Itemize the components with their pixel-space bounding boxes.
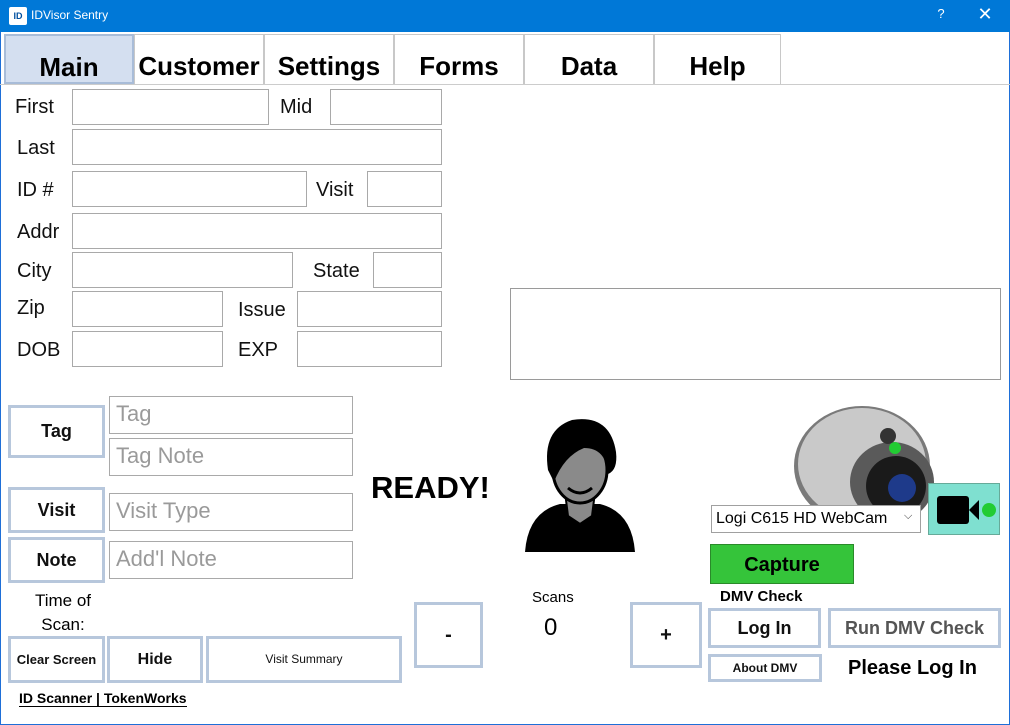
visit-field[interactable] (367, 171, 442, 207)
additional-note-input[interactable]: Add'l Note (109, 541, 353, 579)
middle-name-field[interactable] (330, 89, 442, 125)
run-dmv-check-button[interactable]: Run DMV Check (828, 608, 1001, 648)
expiration-date-field[interactable] (297, 331, 442, 367)
dmv-check-heading: DMV Check (720, 588, 803, 605)
help-button[interactable]: ? (930, 6, 952, 21)
scans-label: Scans (532, 589, 574, 606)
addr-label: Addr (17, 221, 60, 243)
tab-settings[interactable]: Settings (264, 34, 394, 84)
notes-area[interactable] (510, 288, 1001, 380)
zip-label: Zip (17, 297, 45, 319)
hide-button[interactable]: Hide (107, 636, 203, 683)
tab-main[interactable]: Main (4, 34, 134, 84)
decrement-scans-button[interactable]: - (414, 602, 483, 668)
city-label: City (17, 260, 52, 282)
scans-count: 0 (544, 614, 558, 641)
video-camera-icon (937, 496, 996, 524)
last-name-field[interactable] (72, 129, 442, 165)
dmv-login-status: Please Log In (848, 657, 977, 679)
app-icon: ID (9, 7, 27, 25)
capture-button[interactable]: Capture (710, 544, 854, 584)
video-toggle-button[interactable] (928, 483, 1000, 535)
log-in-button[interactable]: Log In (708, 608, 821, 648)
exp-label: EXP (238, 339, 279, 361)
idscanner-tokenworks-logo: ID Scanner | TokenWorks (19, 690, 187, 707)
about-dmv-button[interactable]: About DMV (708, 654, 822, 682)
tab-customer[interactable]: Customer (134, 34, 264, 84)
time-of-scan-label: Time of Scan: (34, 591, 92, 634)
window-title: IDVisor Sentry (31, 8, 109, 22)
chevron-down-icon: ⌵ (904, 510, 913, 522)
first-name-field[interactable] (72, 89, 269, 125)
visit-button[interactable]: Visit (8, 487, 105, 533)
mid-label: Mid (280, 96, 313, 118)
visit-label: Visit (316, 179, 354, 201)
webcam-icon (794, 406, 934, 514)
title-bar (0, 0, 1010, 32)
visit-summary-button[interactable]: Visit Summary (206, 636, 402, 683)
note-button[interactable]: Note (8, 537, 105, 583)
tab-divider (0, 84, 1010, 85)
status-ready: READY! (371, 470, 490, 505)
clear-screen-button[interactable]: Clear Screen (8, 636, 105, 683)
camera-select[interactable]: Logi C615 HD WebCam (711, 505, 921, 533)
address-field[interactable] (72, 213, 442, 249)
issue-date-field[interactable] (297, 291, 442, 327)
first-label: First (15, 96, 54, 118)
id-number-field[interactable] (72, 171, 307, 207)
person-placeholder-icon (525, 419, 635, 552)
city-field[interactable] (72, 252, 293, 288)
visit-type-input[interactable]: Visit Type (109, 493, 353, 531)
state-label: State (313, 260, 360, 282)
tag-input[interactable]: Tag (109, 396, 353, 434)
zip-field[interactable] (72, 291, 223, 327)
increment-scans-button[interactable]: + (630, 602, 702, 668)
tab-help[interactable]: Help (654, 34, 781, 84)
issue-label: Issue (238, 299, 286, 321)
tab-data[interactable]: Data (524, 34, 654, 84)
close-button[interactable]: ✕ (970, 4, 1000, 25)
tag-button[interactable]: Tag (8, 405, 105, 458)
id-label: ID # (17, 179, 54, 201)
tag-note-input[interactable]: Tag Note (109, 438, 353, 476)
dob-field[interactable] (72, 331, 223, 367)
last-label: Last (17, 137, 55, 159)
tab-forms[interactable]: Forms (394, 34, 524, 84)
state-field[interactable] (373, 252, 442, 288)
dob-label: DOB (17, 339, 61, 361)
